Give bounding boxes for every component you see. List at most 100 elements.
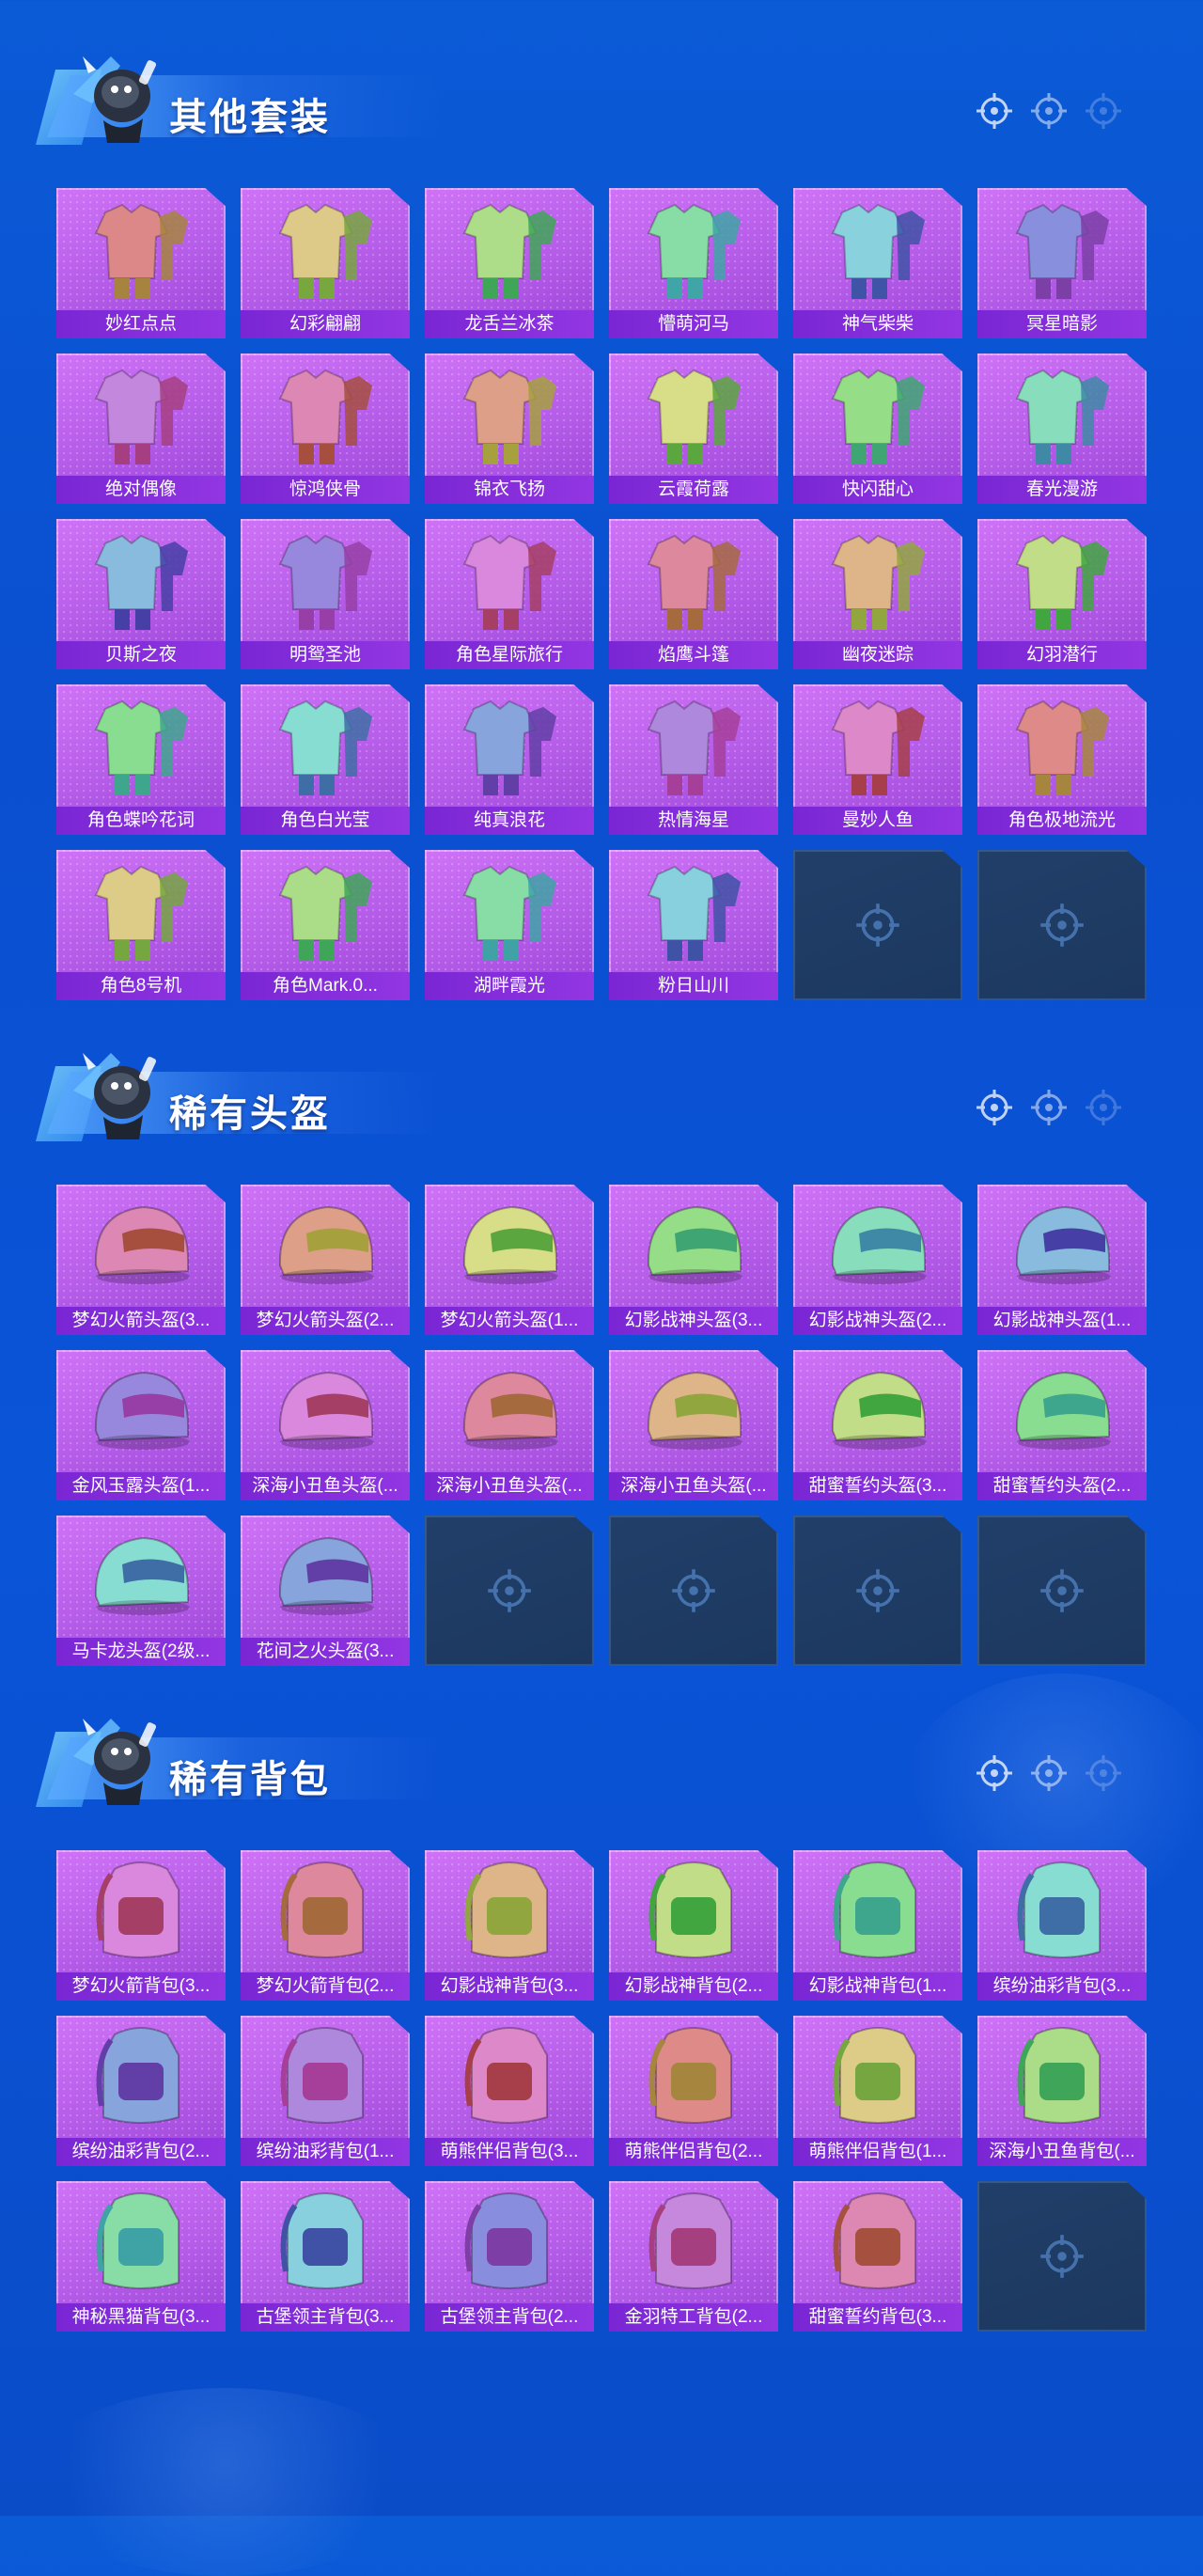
section-title: 稀有背包 [169,1759,331,1800]
item-label: 角色星际旅行 [425,641,594,669]
item-label: 古堡领主背包(3... [241,2303,410,2332]
item-label: 花间之火头盔(3... [241,1638,410,1666]
item-card[interactable]: 幻影战神背包(1... [793,1850,962,2001]
item-card[interactable]: 梦幻火箭背包(2... [241,1850,410,2001]
item-image [56,519,226,639]
item-card[interactable]: 萌熊伴侣背包(3... [425,2016,594,2166]
item-card[interactable]: 深海小丑鱼头盔(... [241,1350,410,1500]
item-card[interactable]: 幻影战神头盔(1... [977,1185,1147,1335]
item-card[interactable]: 金风玉露头盔(1... [56,1350,226,1500]
item-card[interactable]: 焰鹰斗篷 [609,519,778,669]
item-label: 古堡领主背包(2... [425,2303,594,2332]
item-card[interactable]: 梦幻火箭头盔(2... [241,1185,410,1335]
item-card[interactable]: 角色蝶吟花词 [56,684,226,835]
item-card[interactable]: 幻影战神头盔(2... [793,1185,962,1335]
item-card[interactable]: 锦衣飞扬 [425,353,594,504]
item-image [609,353,778,474]
item-image [793,2016,962,2136]
item-label: 幻彩翩翩 [241,310,410,338]
item-card[interactable]: 冥星暗影 [977,188,1147,338]
crosshair-icon [855,1568,900,1613]
item-label: 纯真浪花 [425,807,594,835]
item-card[interactable]: 深海小丑鱼背包(... [977,2016,1147,2166]
item-card[interactable]: 古堡领主背包(3... [241,2181,410,2332]
item-label: 萌熊伴侣背包(3... [425,2138,594,2166]
item-card[interactable]: 贝斯之夜 [56,519,226,669]
item-card[interactable]: 明鸳圣池 [241,519,410,669]
item-card[interactable]: 缤纷油彩背包(3... [977,1850,1147,2001]
item-card[interactable]: 角色Mark.0... [241,850,410,1000]
item-card[interactable]: 角色白光莹 [241,684,410,835]
empty-slot [977,1516,1147,1666]
item-card[interactable]: 花间之火头盔(3... [241,1516,410,1666]
item-card[interactable]: 热情海星 [609,684,778,835]
item-card[interactable]: 萌熊伴侣背包(1... [793,2016,962,2166]
item-card[interactable]: 梦幻火箭背包(3... [56,1850,226,2001]
item-card[interactable]: 角色8号机 [56,850,226,1000]
item-card[interactable]: 梦幻火箭头盔(3... [56,1185,226,1335]
item-label: 角色白光莹 [241,807,410,835]
item-card[interactable]: 曼妙人鱼 [793,684,962,835]
crosshair-icon [1039,903,1085,948]
item-image [425,850,594,970]
item-card[interactable]: 角色星际旅行 [425,519,594,669]
item-image [241,1516,410,1636]
item-card[interactable]: 妙红点点 [56,188,226,338]
item-card[interactable]: 甜蜜誓约头盔(3... [793,1350,962,1500]
item-card[interactable]: 幽夜迷踪 [793,519,962,669]
item-card[interactable]: 快闪甜心 [793,353,962,504]
item-card[interactable]: 惊鸿侠骨 [241,353,410,504]
item-label: 金羽特工背包(2... [609,2303,778,2332]
item-image [425,2016,594,2136]
item-card[interactable]: 甜蜜誓约背包(3... [793,2181,962,2332]
item-label: 甜蜜誓约头盔(2... [977,1472,1147,1500]
item-card[interactable]: 云霞荷露 [609,353,778,504]
item-card[interactable]: 神气柴柴 [793,188,962,338]
item-label: 金风玉露头盔(1... [56,1472,226,1500]
item-card[interactable]: 甜蜜誓约头盔(2... [977,1350,1147,1500]
item-card[interactable]: 梦幻火箭头盔(1... [425,1185,594,1335]
item-card[interactable]: 马卡龙头盔(2级... [56,1516,226,1666]
item-label: 懵萌河马 [609,310,778,338]
empty-slot [609,1516,778,1666]
item-card[interactable]: 粉日山川 [609,850,778,1000]
item-card[interactable]: 缤纷油彩背包(2... [56,2016,226,2166]
item-image [56,2181,226,2301]
item-card[interactable]: 神秘黑猫背包(3... [56,2181,226,2332]
item-card[interactable]: 幻彩翩翩 [241,188,410,338]
item-label: 缤纷油彩背包(2... [56,2138,226,2166]
item-image [56,850,226,970]
item-card[interactable]: 龙舌兰冰茶 [425,188,594,338]
item-label: 缤纷油彩背包(3... [977,1972,1147,2001]
crosshair-decoration-group [976,1754,1126,1796]
item-label: 幻影战神背包(1... [793,1972,962,2001]
item-card[interactable]: 深海小丑鱼头盔(... [425,1350,594,1500]
item-card[interactable]: 古堡领主背包(2... [425,2181,594,2332]
item-image [425,353,594,474]
item-card[interactable]: 幻影战神背包(3... [425,1850,594,2001]
item-card[interactable]: 幻影战神背包(2... [609,1850,778,2001]
item-label: 锦衣飞扬 [425,476,594,504]
item-card[interactable]: 金羽特工背包(2... [609,2181,778,2332]
section-header: 其他套装 [26,38,1182,150]
item-card[interactable]: 幻影战神头盔(3... [609,1185,778,1335]
item-card[interactable]: 幻羽潜行 [977,519,1147,669]
item-card[interactable]: 春光漫游 [977,353,1147,504]
section-title: 其他套装 [169,97,331,138]
item-label: 幻影战神背包(3... [425,1972,594,2001]
item-card[interactable]: 萌熊伴侣背包(2... [609,2016,778,2166]
item-image [977,684,1147,805]
item-image [793,684,962,805]
item-card[interactable]: 缤纷油彩背包(1... [241,2016,410,2166]
item-image [241,2181,410,2301]
item-label: 幻影战神背包(2... [609,1972,778,2001]
mascot-icon [55,1034,167,1147]
item-card[interactable]: 深海小丑鱼头盔(... [609,1350,778,1500]
item-card[interactable]: 纯真浪花 [425,684,594,835]
item-label: 明鸳圣池 [241,641,410,669]
item-card[interactable]: 角色极地流光 [977,684,1147,835]
item-card[interactable]: 懵萌河马 [609,188,778,338]
item-card[interactable]: 绝对偶像 [56,353,226,504]
section-header: 稀有头盔 [26,1034,1182,1147]
item-card[interactable]: 湖畔霞光 [425,850,594,1000]
